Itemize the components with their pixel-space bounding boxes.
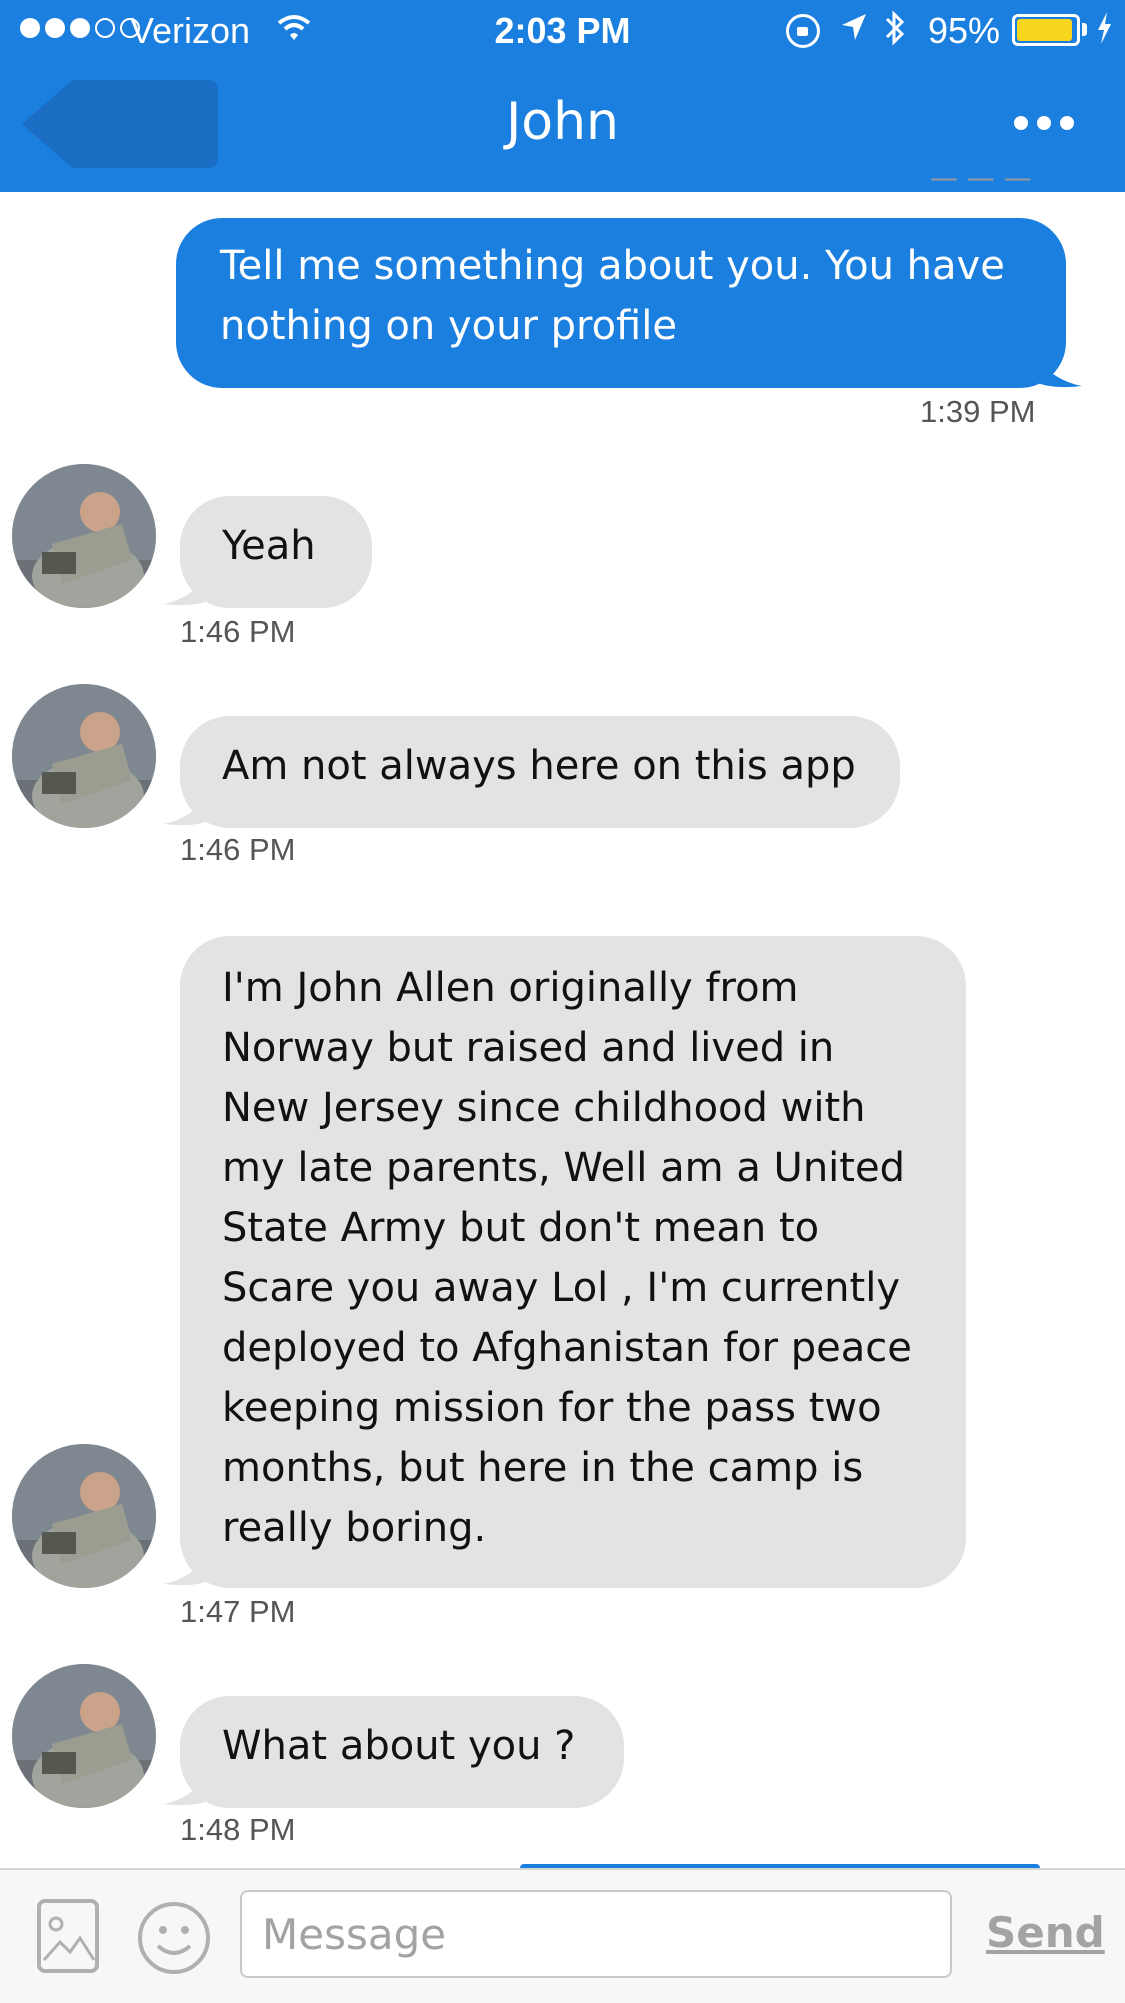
avatar[interactable] (12, 1444, 156, 1588)
message-line: deployed to Afghanistan for peace (222, 1325, 912, 1371)
incoming-bubble-tail (164, 788, 214, 826)
message-timestamp: 1:46 PM (180, 614, 296, 649)
message-line: What about you ? (222, 1723, 576, 1769)
avatar[interactable] (12, 464, 156, 608)
message-line: Am not always here on this app (222, 743, 856, 789)
send-button[interactable]: Send (986, 1908, 1105, 1957)
outgoing-message-bubble: Tell me something about you. You have no… (176, 218, 1066, 388)
incoming-message-bubble: What about you ? (180, 1696, 624, 1808)
charging-bolt-icon (1094, 8, 1114, 57)
message-timestamp: 1:46 PM (180, 832, 296, 867)
message-line: keeping mission for the pass two (222, 1385, 882, 1431)
message-line: my late parents, Well am a United (222, 1145, 905, 1191)
message-timestamp: 1:47 PM (180, 1594, 296, 1629)
outgoing-bubble-tail (1030, 350, 1082, 388)
message-input[interactable] (240, 1890, 952, 1978)
clipped-previous-timestamp: — — — (930, 178, 1050, 194)
more-dots-icon[interactable] (1014, 116, 1074, 130)
emoji-icon[interactable] (136, 1900, 212, 1980)
image-icon[interactable] (36, 1898, 100, 1978)
message-line: Scare you away Lol , I'm currently (222, 1265, 900, 1311)
incoming-bubble-tail (164, 1548, 214, 1586)
conversation-title: John (505, 92, 620, 152)
message-line: months, but here in the camp is (222, 1445, 864, 1491)
incoming-bubble-tail (164, 568, 214, 606)
rotation-lock-icon (786, 14, 820, 48)
incoming-message-bubble: I'm John Allen originally from Norway bu… (180, 936, 966, 1588)
avatar[interactable] (12, 684, 156, 828)
message-line: New Jersey since childhood with (222, 1085, 866, 1131)
message-line: really boring. (222, 1505, 487, 1551)
message-timestamp: 1:48 PM (180, 1812, 296, 1847)
status-bar: Verizon 2:03 PM 95% (0, 0, 1125, 62)
message-line: nothing on your profile (220, 303, 677, 349)
incoming-message-bubble: Am not always here on this app (180, 716, 900, 828)
avatar[interactable] (12, 1664, 156, 1808)
location-arrow-icon (838, 10, 868, 53)
battery-icon (1012, 14, 1080, 46)
incoming-bubble-tail (164, 1768, 214, 1806)
message-line: Yeah (222, 523, 316, 569)
message-line: Norway but raised and lived in (222, 1025, 835, 1071)
battery-tip (1082, 23, 1087, 36)
message-line: I'm John Allen originally from (222, 965, 799, 1011)
top-bar: Verizon 2:03 PM 95% John (0, 0, 1125, 192)
message-line: Tell me something about you. You have (220, 243, 1005, 289)
bluetooth-icon (882, 8, 908, 57)
message-timestamp: 1:39 PM (920, 394, 1036, 429)
battery-percent: 95% (928, 10, 1001, 51)
message-line: State Army but don't mean to (222, 1205, 820, 1251)
battery-level-fill (1017, 19, 1072, 41)
